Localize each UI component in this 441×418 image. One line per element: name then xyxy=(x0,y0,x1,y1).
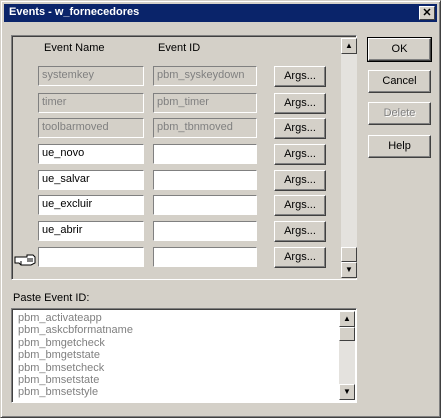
args-label: Args... xyxy=(284,199,316,211)
paste-scroll-up-button[interactable]: ▲ xyxy=(339,311,355,327)
paste-event-id-list[interactable]: pbm_activateapp pbm_askcbformatname pbm_bm… xyxy=(11,308,357,403)
args-button[interactable]: Args... xyxy=(274,170,326,191)
event-name-field[interactable]: ue_salvar xyxy=(38,170,144,190)
args-label: Args... xyxy=(284,251,316,263)
scroll-thumb[interactable] xyxy=(341,247,357,262)
event-id-value: pbm_timer xyxy=(157,96,209,108)
paste-list-scrollbar[interactable]: ▲ ▼ xyxy=(339,311,355,400)
args-button[interactable]: Args... xyxy=(274,247,326,268)
cancel-button[interactable]: Cancel xyxy=(368,70,431,93)
event-id-field[interactable] xyxy=(153,170,257,190)
event-name-value: timer xyxy=(42,96,67,108)
paste-event-id-label: Paste Event ID: xyxy=(13,292,90,304)
paste-list-item[interactable]: pbm_bmsetstyle xyxy=(18,386,98,398)
column-header-event-name: Event Name xyxy=(44,42,105,54)
event-name-field[interactable]: ue_novo xyxy=(38,144,144,164)
paste-scroll-thumb[interactable] xyxy=(339,327,355,341)
paste-list-item[interactable]: pbm_askcbformatname xyxy=(18,324,133,336)
column-header-event-id: Event ID xyxy=(158,42,201,54)
event-id-value: pbm_syskeydown xyxy=(157,69,245,81)
delete-button[interactable]: Delete xyxy=(368,102,431,125)
event-name-field: systemkey xyxy=(38,66,144,86)
args-label: Args... xyxy=(284,122,316,134)
paste-list-item[interactable]: pbm_bmsetcheck xyxy=(18,362,104,374)
args-label: Args... xyxy=(284,225,316,237)
args-button[interactable]: Args... xyxy=(274,221,326,242)
help-label: Help xyxy=(388,140,411,152)
args-label: Args... xyxy=(284,148,316,160)
event-id-field: pbm_timer xyxy=(153,93,257,113)
window-title: Events - w_fornecedores xyxy=(9,6,140,18)
arrow-down-icon: ▼ xyxy=(343,387,351,396)
events-grid: Event Name Event ID systemkey pbm_syskeyd… xyxy=(11,35,357,280)
title-bar[interactable]: Events - w_fornecedores ✕ xyxy=(4,4,437,22)
event-name-value: ue_novo xyxy=(42,147,85,159)
delete-label: Delete xyxy=(383,107,416,119)
args-button[interactable]: Args... xyxy=(274,144,326,165)
event-name-field[interactable] xyxy=(38,247,144,267)
arrow-up-icon: ▲ xyxy=(343,314,351,323)
args-label: Args... xyxy=(284,70,316,82)
args-button[interactable]: Args... xyxy=(274,66,326,87)
event-name-value: systemkey xyxy=(42,69,94,81)
event-name-field[interactable]: ue_abrir xyxy=(38,221,144,241)
args-label: Args... xyxy=(284,174,316,186)
arrow-up-icon: ▲ xyxy=(345,41,353,50)
event-id-field[interactable] xyxy=(153,144,257,164)
scroll-up-button[interactable]: ▲ xyxy=(341,38,357,54)
paste-list-item[interactable]: pbm_bmgetstate xyxy=(18,349,100,361)
args-button[interactable]: Args... xyxy=(274,195,326,216)
help-button[interactable]: Help xyxy=(368,135,431,158)
event-id-field: pbm_tbnmoved xyxy=(153,118,257,138)
ok-label: OK xyxy=(391,43,408,55)
event-name-value: ue_abrir xyxy=(42,224,83,236)
event-name-field: toolbarmoved xyxy=(38,118,144,138)
paste-list-item[interactable]: pbm_bmsetstate xyxy=(18,374,99,386)
paste-list-item[interactable]: pbm_activateapp xyxy=(18,312,102,324)
ok-button[interactable]: OK xyxy=(367,37,432,62)
event-name-value: ue_salvar xyxy=(42,173,90,185)
cancel-label: Cancel xyxy=(382,75,417,87)
event-name-field: timer xyxy=(38,93,144,113)
args-button[interactable]: Args... xyxy=(274,93,326,114)
paste-scroll-down-button[interactable]: ▼ xyxy=(339,384,355,400)
event-id-field[interactable] xyxy=(153,247,257,267)
event-name-field[interactable]: ue_excluir xyxy=(38,195,144,215)
hand-pointer-icon xyxy=(14,254,36,266)
close-button[interactable]: ✕ xyxy=(419,6,435,20)
event-id-field[interactable] xyxy=(153,195,257,215)
event-name-value: ue_excluir xyxy=(42,198,93,210)
event-id-value: pbm_tbnmoved xyxy=(157,121,233,133)
scroll-down-button[interactable]: ▼ xyxy=(341,262,357,278)
args-label: Args... xyxy=(284,97,316,109)
paste-list-item[interactable]: pbm_bmgetcheck xyxy=(18,337,105,349)
event-id-field: pbm_syskeydown xyxy=(153,66,257,86)
arrow-down-icon: ▼ xyxy=(345,265,353,274)
args-button[interactable]: Args... xyxy=(274,118,326,139)
events-scrollbar[interactable]: ▲ ▼ xyxy=(341,38,357,278)
event-id-field[interactable] xyxy=(153,221,257,241)
close-icon: ✕ xyxy=(422,7,432,19)
event-name-value: toolbarmoved xyxy=(42,121,109,133)
